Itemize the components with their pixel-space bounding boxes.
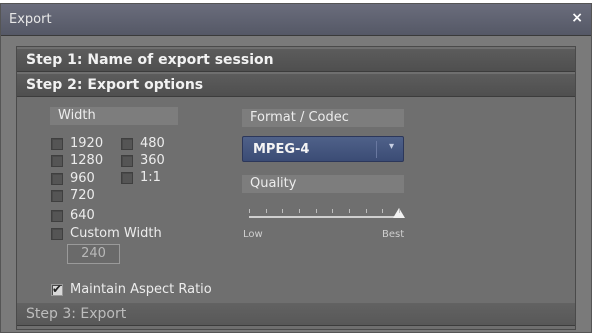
select-divider [376, 141, 377, 158]
slider-tick [366, 209, 367, 213]
width-option-480[interactable]: 480 [121, 136, 165, 151]
width-option-label: 640 [70, 208, 95, 223]
step-3-header[interactable]: Step 3: Export [17, 303, 575, 326]
quality-label: Quality [242, 175, 404, 193]
checkbox[interactable] [51, 154, 63, 167]
checkbox[interactable] [51, 172, 63, 185]
step-1-header[interactable]: Step 1: Name of export session [17, 49, 575, 72]
export-steps-panel: Step 1: Name of export session Step 2: E… [16, 46, 576, 330]
width-option-960[interactable]: 960 [51, 171, 95, 186]
chevron-down-icon[interactable]: ▾ [389, 141, 394, 152]
step-2-header[interactable]: Step 2: Export options [17, 74, 575, 97]
checkbox[interactable] [51, 227, 63, 240]
width-option-720[interactable]: 720 [51, 188, 95, 203]
width-option-label: 720 [70, 188, 95, 203]
quality-min-label: Low [243, 229, 263, 240]
checkbox[interactable] [51, 282, 63, 296]
slider-tick [349, 209, 350, 213]
width-option-label: 360 [140, 153, 165, 168]
slider-tick [316, 209, 317, 213]
slider-tick [266, 209, 267, 213]
maintain-aspect-ratio-option[interactable]: Maintain Aspect Ratio [51, 282, 212, 297]
format-codec-value: MPEG-4 [253, 142, 310, 157]
checkbox[interactable] [121, 137, 133, 150]
width-option-360[interactable]: 360 [121, 153, 165, 168]
custom-width-option[interactable]: Custom Width [51, 226, 162, 241]
checkbox[interactable] [51, 137, 63, 150]
format-codec-label: Format / Codec [242, 109, 404, 127]
slider-tick [249, 209, 250, 213]
maintain-aspect-ratio-label: Maintain Aspect Ratio [70, 282, 212, 297]
export-dialog: Export × Step 1: Name of export session … [0, 3, 592, 333]
checkbox[interactable] [51, 189, 63, 202]
width-option-1920[interactable]: 1920 [51, 136, 103, 151]
width-option-label: 960 [70, 171, 95, 186]
window-title: Export [9, 12, 52, 27]
width-option-1-1[interactable]: 1:1 [121, 170, 161, 185]
width-option-label: 1:1 [140, 170, 161, 185]
title-bar[interactable]: Export × [1, 4, 591, 36]
width-option-640[interactable]: 640 [51, 208, 95, 223]
quality-slider-track[interactable] [249, 216, 399, 218]
close-icon[interactable]: × [571, 10, 583, 26]
width-option-1280[interactable]: 1280 [51, 153, 103, 168]
quality-max-label: Best [382, 229, 405, 240]
width-option-label: 1280 [70, 153, 104, 168]
slider-tick [332, 209, 333, 213]
custom-width-input[interactable]: 240 [67, 244, 120, 264]
slider-tick [299, 209, 300, 213]
custom-width-label: Custom Width [70, 226, 162, 241]
width-section-label: Width [50, 107, 178, 125]
format-codec-select[interactable]: MPEG-4 ▾ [242, 136, 404, 162]
slider-tick [399, 209, 400, 213]
checkbox[interactable] [121, 171, 133, 184]
checkbox[interactable] [51, 209, 63, 222]
slider-tick [382, 209, 383, 213]
width-option-label: 480 [140, 136, 165, 151]
width-option-label: 1920 [70, 136, 104, 151]
slider-tick [282, 209, 283, 213]
checkbox[interactable] [121, 154, 133, 167]
